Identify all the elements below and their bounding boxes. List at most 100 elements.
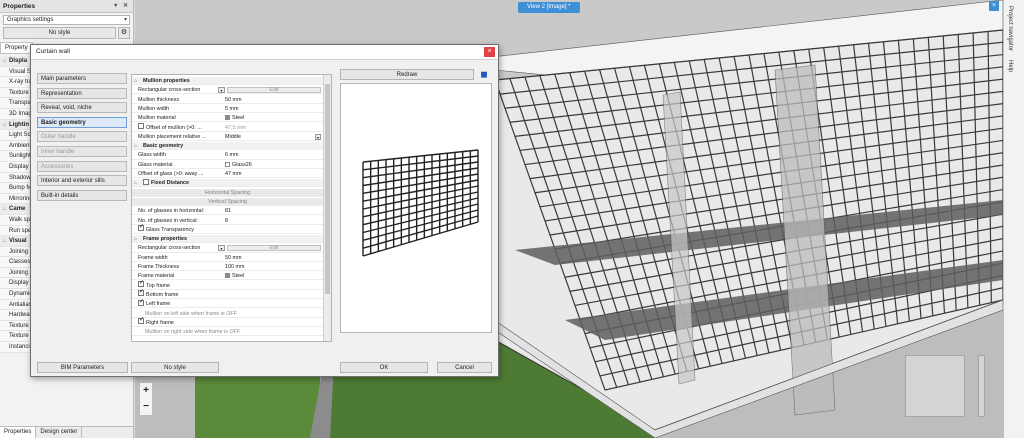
grid-value[interactable]: Glass26 (225, 161, 252, 169)
grid-row[interactable]: Offset of glass (>0: away ... 47 mm (132, 170, 323, 179)
grid-row[interactable]: No. of glasses in vertical: 8 (132, 217, 323, 225)
grid-value[interactable]: 47 mm (225, 170, 241, 178)
grid-value[interactable]: Middle (225, 133, 241, 141)
grid-label: Offset of glass (>0: away ... (138, 171, 204, 177)
grid-row[interactable]: Mullion material Steel (132, 114, 323, 123)
grid-row[interactable]: Mullion thickness 50 mm (132, 96, 323, 104)
grid-row[interactable]: No. of glasses in horizontal: 81 (132, 207, 323, 216)
grid-value[interactable]: 81 (225, 207, 231, 215)
dialog-no-style-button[interactable]: No style (131, 362, 219, 373)
grid-row[interactable]: Mullion placement relative ... Middle ▾ (132, 133, 323, 141)
grid-row[interactable]: Vertical Spacing (132, 197, 323, 207)
tab-help[interactable]: Help (1007, 60, 1013, 72)
curtain-wall-preview (362, 149, 479, 257)
grid-value[interactable]: 100 mm (225, 263, 244, 271)
grid-row[interactable]: Mullion on right side when frame is OFF (132, 328, 323, 337)
grid-check-label: Bottom frame (138, 288, 178, 299)
nav-reveal-void-niche[interactable]: Reveal, void, niche (37, 102, 127, 114)
grid-value[interactable]: 5 mm (225, 105, 238, 113)
grid-row[interactable]: Horizontal Spacing (132, 188, 323, 197)
grid-row[interactable]: Glass Transparency (132, 223, 323, 234)
grid-row[interactable]: Top frame (132, 279, 323, 290)
edit-button[interactable]: Edit (227, 245, 321, 252)
grid-row[interactable]: Rectangular cross-section ▾ Edit (132, 86, 323, 95)
panel-controls[interactable]: ▾ ✕ (114, 2, 130, 9)
nav-built-in-details[interactable]: Built-in details (37, 189, 127, 201)
grid-row[interactable]: Frame material Steel (132, 272, 323, 281)
grid-row[interactable]: Glass width 6 mm (132, 151, 323, 160)
grid-value[interactable]: 8 (225, 217, 228, 225)
navigation-cube-icon[interactable] (905, 355, 965, 417)
grid-label: Offset of mullion (>0: ... (146, 124, 202, 131)
grid-value[interactable]: 47.5 mm (225, 124, 246, 132)
grid-label: Glass Transparency (146, 226, 194, 233)
zoom-control[interactable]: + − (139, 382, 153, 416)
graphics-settings-value: Graphics settings (7, 17, 54, 23)
grid-section-header[interactable]: Fixed Distance (132, 178, 323, 188)
grid-section-header[interactable]: Frame properties (132, 235, 323, 243)
graphics-settings-select[interactable]: Graphics settings ▾ (3, 15, 130, 25)
3d-cube-icon[interactable]: ◼ (478, 69, 490, 80)
grid-label: Fixed Distance (151, 180, 190, 187)
zoom-in-button[interactable]: + (140, 383, 152, 399)
no-style-button[interactable]: No style (3, 27, 116, 39)
bottom-tabs: Properties Design center (0, 426, 133, 438)
chevron-down-icon: ▾ (123, 17, 127, 23)
navigation-slider[interactable] (978, 355, 985, 417)
grid-row[interactable]: Offset of mullion (>0: ... 47.5 mm (132, 123, 323, 132)
checkbox[interactable] (143, 178, 149, 185)
grid-check-label: Left frame (138, 298, 170, 308)
ok-button[interactable]: OK (340, 362, 428, 373)
nav-main-parameters[interactable]: Main parameters (37, 73, 127, 84)
style-row: No style ⚙ (3, 27, 130, 39)
grid-row[interactable]: Right frame (132, 316, 323, 327)
nav-representation[interactable]: Representation (37, 87, 127, 99)
gear-icon[interactable]: ⚙ (118, 27, 130, 39)
grid-row[interactable]: Glass material Glass26 (132, 161, 323, 169)
grid-value[interactable]: 50 mm (225, 96, 241, 104)
edit-button[interactable]: Edit (227, 87, 321, 94)
tab-properties[interactable]: Properties (0, 427, 37, 438)
grid-value[interactable]: 6 mm (225, 151, 238, 159)
grid-check-label: Right frame (138, 316, 174, 327)
grid-value[interactable]: 50 mm (225, 254, 241, 262)
grid-scrollbar[interactable] (323, 75, 331, 341)
grid-label: Mullion width (138, 105, 170, 112)
grid-value[interactable]: Steel (225, 114, 244, 122)
grid-row[interactable]: Frame width 50 mm (132, 254, 323, 262)
zoom-out-button[interactable]: − (140, 399, 152, 415)
checkbox[interactable] (138, 279, 144, 287)
preview-pane (340, 83, 492, 333)
tab-property[interactable]: Property (0, 42, 33, 53)
grid-row[interactable]: Rectangular cross-section ▾ Edit (132, 244, 323, 253)
checkbox[interactable] (138, 288, 144, 297)
checkbox[interactable] (138, 298, 144, 306)
view-close-icon[interactable]: × (989, 1, 999, 11)
nav-basic-geometry[interactable]: Basic geometry (37, 116, 127, 128)
grid-row[interactable]: Bottom frame (132, 288, 323, 300)
cross-section-dropdown[interactable]: ▾ (218, 87, 225, 94)
tab-project-navigator[interactable]: Project navigator (1007, 6, 1013, 51)
close-icon[interactable]: × (484, 47, 495, 57)
grid-section-header[interactable]: Mullion properties (132, 77, 323, 85)
grid-row[interactable]: Frame Thickness 100 mm (132, 263, 323, 272)
checkbox[interactable] (138, 316, 144, 325)
checkbox[interactable] (138, 123, 144, 130)
nav-interior-and-exterior-sills[interactable]: Interior and exterior sills (37, 175, 127, 187)
grid-row[interactable]: Mullion width 5 mm (132, 105, 323, 114)
grid-section-header[interactable]: Basic geometry (132, 142, 323, 150)
cross-section-dropdown[interactable]: ▾ (218, 245, 225, 252)
redraw-button[interactable]: Redraw (340, 69, 474, 80)
grid-value[interactable]: Steel (225, 272, 244, 280)
grid-row[interactable]: Mullion on left side when frame is OFF (132, 310, 323, 318)
tab-design-center[interactable]: Design center (36, 427, 83, 438)
view-tab-label[interactable]: View 2 [Image] * (518, 2, 580, 13)
chevron-down-icon[interactable]: ▾ (315, 133, 321, 140)
grid-scrollbar-thumb[interactable] (325, 84, 330, 294)
checkbox[interactable] (138, 223, 144, 232)
grid-row[interactable]: Left frame (132, 298, 323, 309)
bim-parameters-button[interactable]: BIM Parameters (37, 362, 128, 373)
dialog-title: Curtain wall (36, 48, 70, 55)
grid-label: No. of glasses in vertical: (138, 217, 198, 224)
cancel-button[interactable]: Cancel (437, 362, 492, 373)
